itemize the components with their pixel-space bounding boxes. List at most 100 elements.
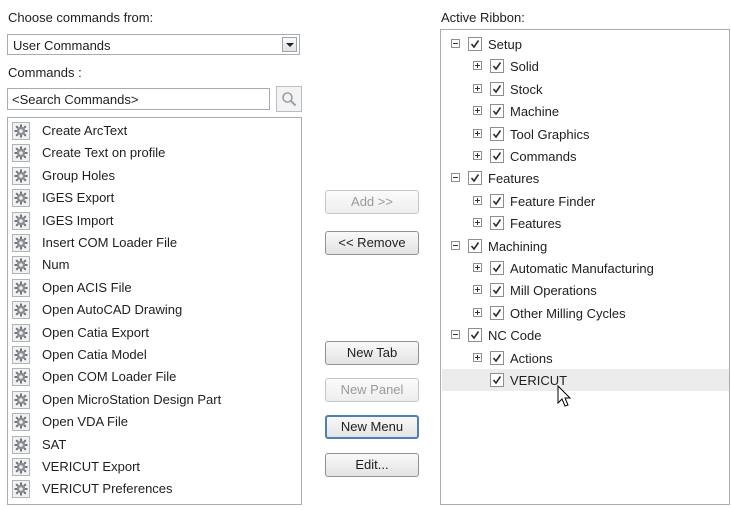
command-label: IGES Import (42, 212, 114, 228)
new-tab-button[interactable]: New Tab (325, 341, 419, 365)
tree-node[interactable]: Setup (441, 35, 727, 55)
command-item[interactable]: Create Text on profile (8, 142, 298, 164)
chevron-down-icon[interactable] (282, 37, 297, 52)
command-item[interactable]: Num (8, 254, 298, 276)
tree-node[interactable]: Automatic Manufacturing (441, 259, 727, 279)
search-commands-box[interactable] (7, 88, 270, 110)
tree-checkbox[interactable] (468, 238, 482, 253)
command-item[interactable]: Open VDA File (8, 411, 298, 433)
tree-node[interactable]: Other Milling Cycles (441, 304, 727, 324)
command-item[interactable]: Open MicroStation Design Part (8, 389, 298, 411)
tree-node[interactable]: Features (441, 214, 727, 234)
search-button[interactable] (276, 86, 302, 112)
command-item[interactable]: VERICUT Preferences (8, 478, 298, 500)
gear-icon (12, 211, 30, 230)
tree-node[interactable]: Solid (441, 57, 727, 77)
tree-checkbox[interactable] (490, 261, 504, 275)
tree-checkbox[interactable] (490, 149, 504, 163)
command-item[interactable]: Group Holes (8, 165, 298, 187)
expand-icon[interactable] (473, 218, 482, 228)
gear-icon (12, 413, 30, 432)
tree-checkbox[interactable] (490, 81, 504, 96)
command-label: Create ArcText (42, 123, 128, 138)
command-item[interactable]: Open Catia Model (8, 344, 298, 366)
tree-checkbox[interactable] (490, 216, 504, 231)
command-label: VERICUT Export (42, 459, 141, 474)
active-ribbon-tree[interactable]: Setup Solid Stock Machine Tool Graphics Comma… (440, 29, 730, 505)
command-item[interactable]: IGES Export (8, 187, 298, 209)
collapse-icon[interactable] (451, 330, 460, 340)
expand-icon[interactable] (473, 352, 482, 362)
tree-node-label: NC Code (488, 328, 542, 344)
collapse-icon[interactable] (451, 173, 460, 183)
tree-node[interactable]: Features (441, 169, 727, 189)
tree-checkbox[interactable] (490, 193, 504, 208)
gear-icon (12, 435, 30, 454)
tree-node[interactable]: Machine (441, 102, 727, 122)
expand-icon[interactable] (473, 285, 482, 295)
tree-node-label: Features (510, 216, 562, 232)
tree-checkbox[interactable] (490, 104, 504, 119)
collapse-icon[interactable] (451, 240, 460, 250)
expand-icon[interactable] (473, 106, 482, 116)
expand-icon[interactable] (473, 307, 482, 317)
commands-label: Commands : (8, 65, 82, 80)
search-commands-input[interactable] (12, 92, 262, 107)
tree-checkbox[interactable] (490, 59, 504, 74)
tree-node-label: Setup (488, 37, 522, 52)
command-item[interactable]: Insert COM Loader File (8, 232, 298, 254)
expand-icon[interactable] (473, 128, 482, 138)
tree-checkbox[interactable] (468, 171, 482, 186)
tree-node[interactable]: Machining (441, 237, 727, 257)
command-label: Insert COM Loader File (42, 235, 178, 250)
tree-node[interactable]: Commands (441, 147, 727, 167)
expand-icon[interactable] (473, 263, 482, 272)
tree-node[interactable]: Stock (441, 80, 727, 100)
expand-icon[interactable] (473, 195, 482, 205)
tree-node[interactable]: NC Code (441, 326, 727, 346)
tree-node[interactable]: VERICUT (441, 371, 727, 391)
tree-node-label: Features (488, 171, 540, 187)
expand-icon[interactable] (473, 151, 482, 160)
tree-node[interactable]: Feature Finder (441, 192, 727, 212)
command-item[interactable]: SAT (8, 434, 298, 456)
command-label: Open Catia Model (42, 347, 147, 362)
tree-node[interactable]: Tool Graphics (441, 125, 727, 145)
command-label: Open Catia Export (42, 324, 149, 340)
add-button[interactable]: Add >> (325, 190, 419, 214)
commands-list[interactable]: Create ArcText Create Text on profile Grou… (7, 117, 302, 505)
command-item[interactable]: Open AutoCAD Drawing (8, 299, 298, 321)
tree-node[interactable]: Actions (441, 349, 727, 369)
command-label: Open MicroStation Design Part (42, 391, 222, 407)
tree-checkbox[interactable] (468, 37, 482, 51)
tree-checkbox[interactable] (490, 126, 504, 141)
tree-checkbox[interactable] (490, 305, 504, 320)
expand-icon[interactable] (473, 61, 482, 71)
collapse-icon[interactable] (451, 39, 460, 48)
tree-checkbox[interactable] (490, 350, 504, 365)
tree-checkbox[interactable] (468, 328, 482, 343)
command-item[interactable]: Create ArcText (8, 120, 298, 142)
command-item[interactable]: Open Catia Export (8, 322, 298, 344)
gear-icon (12, 189, 30, 208)
expand-icon[interactable] (473, 83, 482, 93)
tree-checkbox[interactable] (490, 283, 504, 298)
tree-node-label: Stock (510, 81, 543, 97)
tree-node-label: Automatic Manufacturing (510, 261, 654, 276)
tree-checkbox[interactable] (490, 373, 504, 387)
commands-source-dropdown[interactable]: User Commands (7, 34, 300, 55)
tree-node-label: Mill Operations (510, 283, 597, 299)
command-item[interactable]: IGES Import (8, 210, 298, 232)
tree-node[interactable]: Mill Operations (441, 281, 727, 301)
remove-button[interactable]: << Remove (325, 231, 419, 255)
gear-icon (12, 458, 30, 476)
gear-icon (12, 346, 30, 364)
tree-node-label: Tool Graphics (510, 126, 590, 142)
new-menu-button[interactable]: New Menu (325, 415, 419, 439)
new-panel-button[interactable]: New Panel (325, 378, 419, 402)
tree-node-label: Commands (510, 149, 577, 164)
command-item[interactable]: Open ACIS File (8, 277, 298, 299)
command-item[interactable]: Open COM Loader File (8, 366, 298, 388)
command-item[interactable]: VERICUT Export (8, 456, 298, 478)
edit-button[interactable]: Edit... (325, 453, 419, 477)
